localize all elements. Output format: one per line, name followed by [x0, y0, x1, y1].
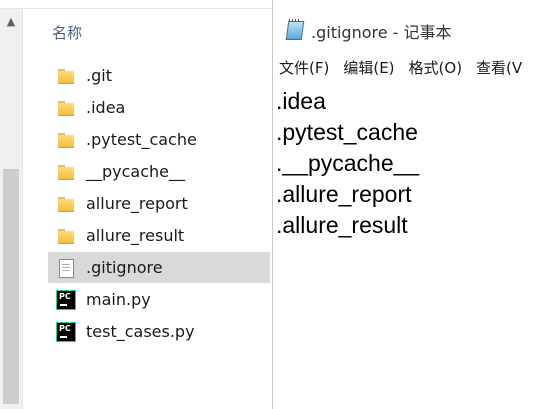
folder-icon	[56, 162, 76, 182]
text-file-icon	[56, 258, 76, 278]
menu-file[interactable]: 文件(F)	[279, 57, 329, 78]
scrollbar-thumb[interactable]	[3, 169, 19, 404]
folder-icon	[56, 66, 76, 86]
column-header-name[interactable]: 名称	[52, 22, 82, 43]
menu-bar: 文件(F) 编辑(E) 格式(O) 查看(V	[273, 54, 551, 80]
menu-edit[interactable]: 编辑(E)	[343, 57, 394, 78]
pycharm-icon: PC	[56, 289, 76, 310]
folder-icon	[56, 98, 76, 118]
text-line: .pytest_cache	[276, 119, 418, 145]
vertical-scrollbar[interactable]: ▲	[0, 9, 23, 409]
file-row-selected[interactable]: .gitignore	[48, 252, 270, 283]
text-editor-area[interactable]: .idea .pytest_cache .__pycache__ .allure…	[276, 86, 551, 241]
file-row[interactable]: PC main.py	[48, 284, 270, 315]
menu-view[interactable]: 查看(V	[476, 57, 522, 78]
file-name: allure_result	[86, 226, 185, 245]
folder-icon	[56, 130, 76, 150]
file-name: __pycache__	[86, 162, 186, 181]
file-row[interactable]: .git	[48, 60, 270, 91]
window-title: .gitignore - 记事本	[311, 23, 452, 42]
text-line: .__pycache__	[276, 150, 420, 176]
file-name: test_cases.py	[86, 322, 195, 341]
file-row[interactable]: allure_report	[48, 188, 270, 219]
menu-format[interactable]: 格式(O)	[409, 57, 463, 78]
pycharm-icon-text: PC	[59, 323, 71, 333]
explorer-top-border	[0, 0, 272, 9]
file-explorer: ▲ 名称 .git .idea .pytest_cache __pycache_…	[0, 0, 272, 409]
file-name: allure_report	[86, 194, 188, 213]
file-row[interactable]: PC test_cases.py	[48, 316, 270, 347]
file-name: .gitignore	[86, 258, 163, 277]
text-line: .idea	[276, 88, 326, 114]
pycharm-icon: PC	[56, 321, 76, 342]
file-name: .idea	[86, 98, 126, 117]
notepad-titlebar[interactable]: .gitignore - 记事本	[273, 10, 551, 50]
file-row[interactable]: allure_result	[48, 220, 270, 251]
notepad-window: .gitignore - 记事本 文件(F) 编辑(E) 格式(O) 查看(V …	[272, 0, 551, 409]
folder-icon	[56, 226, 76, 246]
text-line: .allure_report	[276, 181, 412, 207]
file-row[interactable]: __pycache__	[48, 156, 270, 187]
file-row[interactable]: .idea	[48, 92, 270, 123]
file-name: .pytest_cache	[86, 130, 197, 149]
file-row[interactable]: .pytest_cache	[48, 124, 270, 155]
notepad-icon	[285, 19, 303, 39]
pycharm-icon-text: PC	[59, 291, 71, 301]
folder-icon	[56, 194, 76, 214]
file-name: .git	[86, 66, 112, 85]
scroll-up-arrow-icon[interactable]: ▲	[4, 15, 18, 29]
text-line: .allure_result	[276, 212, 408, 238]
file-name: main.py	[86, 290, 151, 309]
